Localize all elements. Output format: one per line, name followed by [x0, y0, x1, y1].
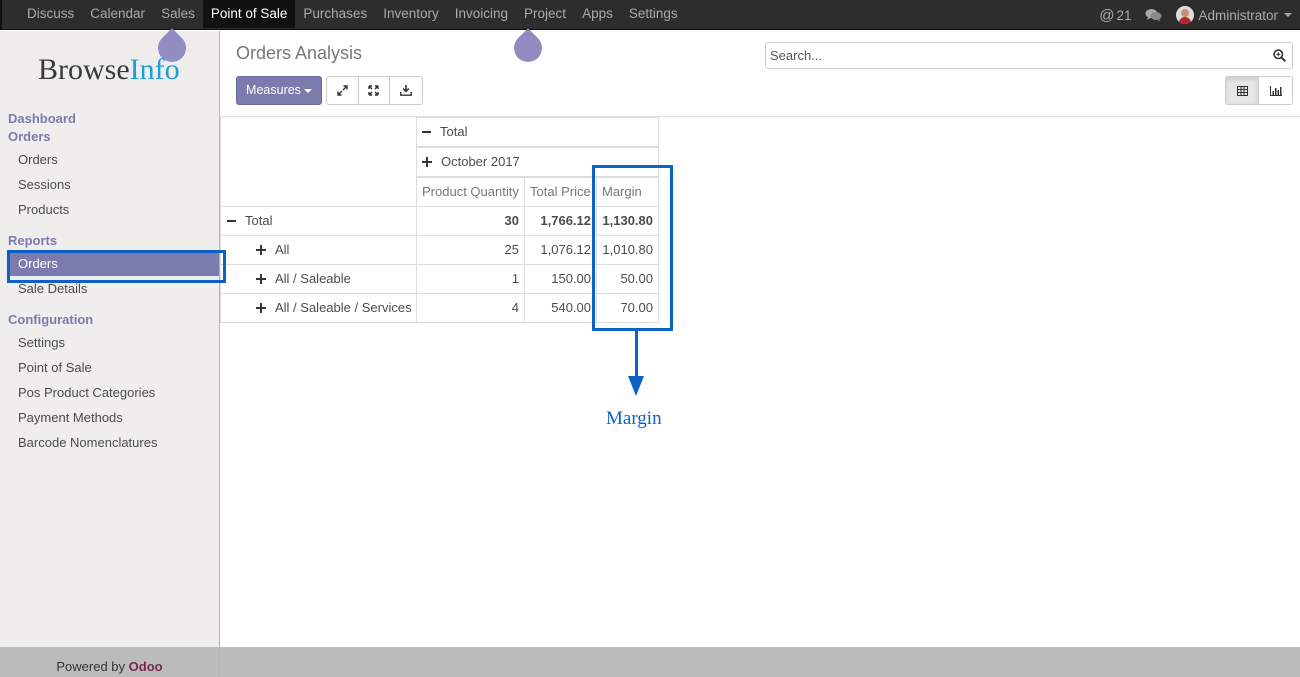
- table-icon: [1236, 85, 1248, 96]
- expand-all-icon: [368, 85, 379, 96]
- row-header-all[interactable]: All: [220, 235, 417, 265]
- collapse-icon: [422, 130, 431, 133]
- table-cell: 4: [416, 293, 525, 323]
- menu-project[interactable]: Project: [516, 0, 574, 28]
- pivot-view-button[interactable]: [1226, 77, 1259, 104]
- measures-button[interactable]: Measures: [236, 76, 322, 105]
- sidebar-section-dashboard[interactable]: Dashboard: [8, 111, 76, 126]
- user-menu[interactable]: Administrator: [1176, 6, 1292, 24]
- download-icon: [399, 85, 412, 96]
- table-cell: 150.00: [524, 264, 597, 294]
- margin-column-highlight: [592, 165, 673, 331]
- avatar: [1176, 6, 1195, 24]
- app-menu: Discuss Calendar Sales Point of Sale Pur…: [19, 0, 686, 30]
- sidebar-section-configuration: Configuration: [8, 312, 94, 327]
- expand-all-button[interactable]: [359, 77, 390, 104]
- bottom-strip: [220, 647, 1300, 677]
- expand-icon: [256, 244, 266, 255]
- measure-header-quantity[interactable]: Product Quantity: [416, 177, 525, 207]
- sidebar: BrowseInfo Dashboard Orders Orders Sessi…: [0, 31, 220, 677]
- sidebar-section-orders: Orders: [8, 129, 51, 144]
- table-cell: 30: [416, 206, 525, 236]
- annotation-arrow-line: [635, 330, 638, 378]
- menu-purchases[interactable]: Purchases: [295, 0, 375, 28]
- row-header-saleable[interactable]: All / Saleable: [220, 264, 417, 294]
- download-button[interactable]: [390, 77, 422, 104]
- search-icon[interactable]: [1273, 49, 1286, 62]
- expand-icon: [256, 273, 266, 284]
- menu-apps[interactable]: Apps: [574, 0, 621, 28]
- view-switcher: [1225, 76, 1293, 105]
- company-logo: BrowseInfo: [38, 53, 180, 86]
- menu-inventory[interactable]: Inventory: [375, 0, 447, 28]
- sidebar-orders-highlight: [7, 250, 226, 283]
- menu-settings[interactable]: Settings: [621, 0, 686, 28]
- mentions-button[interactable]: @ 21: [1099, 7, 1131, 24]
- menu-invoicing[interactable]: Invoicing: [447, 0, 516, 28]
- table-cell: 1,766.12: [524, 206, 597, 236]
- annotation-arrow-head: [628, 376, 644, 396]
- top-navbar: Discuss Calendar Sales Point of Sale Pur…: [0, 0, 1300, 30]
- expand-arrows-icon: [337, 85, 348, 96]
- sidebar-section-reports: Reports: [8, 233, 58, 248]
- chat-button[interactable]: [1145, 8, 1162, 22]
- annotation-label: Margin: [606, 408, 662, 429]
- sidebar-item-barcode-nomenclatures[interactable]: Barcode Nomenclatures: [8, 431, 219, 455]
- measure-header-total-price[interactable]: Total Price: [524, 177, 597, 207]
- menu-point-of-sale[interactable]: Point of Sale: [202, 0, 296, 28]
- sidebar-item-settings[interactable]: Settings: [8, 331, 219, 355]
- col-header-total[interactable]: Total: [416, 117, 659, 147]
- powered-by-footer: Powered by Odoo: [0, 647, 219, 677]
- search-input[interactable]: [766, 43, 1256, 68]
- expand-icon: [422, 156, 432, 167]
- bar-chart-icon: [1269, 85, 1282, 96]
- graph-view-button[interactable]: [1259, 77, 1292, 104]
- mentions-count: 21: [1116, 7, 1132, 23]
- flip-axis-button[interactable]: [327, 77, 359, 104]
- sidebar-item-point-of-sale[interactable]: Point of Sale: [8, 356, 219, 380]
- menu-sales[interactable]: Sales: [153, 0, 203, 28]
- sidebar-item-products[interactable]: Products: [8, 198, 219, 222]
- search-box: [765, 42, 1293, 69]
- chevron-down-icon: [1284, 13, 1292, 17]
- chat-bubbles-icon: [1145, 9, 1162, 22]
- decorative-drop: [508, 28, 548, 68]
- at-icon: @: [1099, 6, 1115, 24]
- pivot-actions: [326, 76, 423, 105]
- collapse-icon: [227, 219, 236, 222]
- expand-icon: [256, 302, 266, 313]
- odoo-link[interactable]: Odoo: [129, 659, 163, 674]
- sidebar-item-sessions[interactable]: Sessions: [8, 173, 219, 197]
- page-title: Orders Analysis: [236, 43, 363, 63]
- table-cell: 540.00: [524, 293, 597, 323]
- row-header-total[interactable]: Total: [220, 206, 417, 236]
- row-header-services[interactable]: All / Saleable / Services: [220, 293, 417, 323]
- menu-calendar[interactable]: Calendar: [82, 0, 153, 28]
- chevron-down-icon: [303, 88, 312, 93]
- table-cell: 1: [416, 264, 525, 294]
- sidebar-item-payment-methods[interactable]: Payment Methods: [8, 406, 219, 430]
- pivot-corner: [220, 117, 417, 207]
- systray: @ 21 Administrator: [1099, 0, 1300, 30]
- sidebar-item-pos-product-categories[interactable]: Pos Product Categories: [8, 381, 219, 405]
- sidebar-item-orders[interactable]: Orders: [8, 148, 219, 172]
- menu-discuss[interactable]: Discuss: [19, 0, 82, 28]
- user-name: Administrator: [1198, 7, 1278, 23]
- table-cell: 1,076.12: [524, 235, 597, 265]
- table-cell: 25: [416, 235, 525, 265]
